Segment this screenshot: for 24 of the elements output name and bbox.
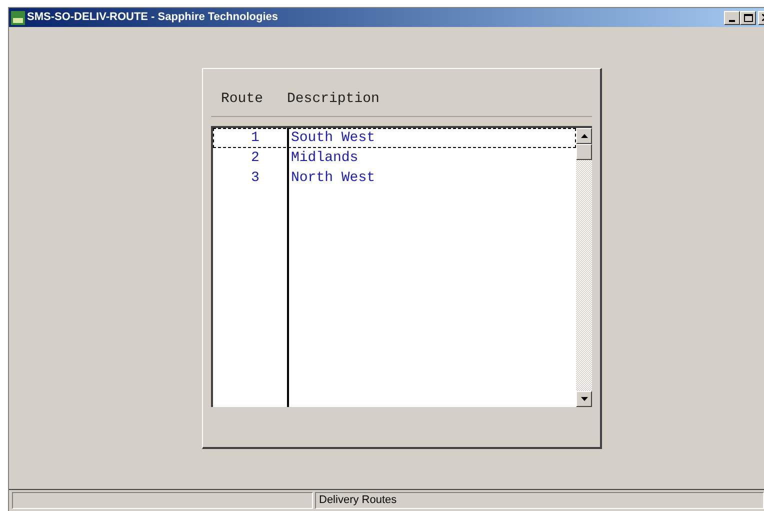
table-cell-text: Midlands: [290, 148, 358, 168]
table-row[interactable]: 3 North West: [213, 168, 576, 188]
status-message: Delivery Routes: [315, 492, 764, 509]
scroll-up-button[interactable]: [576, 128, 592, 144]
maximize-button[interactable]: [740, 10, 756, 24]
table-cell-text: 2: [250, 148, 260, 168]
table-cell-text: 1: [250, 128, 260, 148]
down-arrow-icon: [580, 397, 588, 401]
scroll-down-button[interactable]: [576, 391, 592, 407]
table-cell-text: South West: [290, 128, 376, 148]
window-title: SMS-SO-DELIV-ROUTE - Sapphire Technologies: [27, 10, 278, 26]
column-header: Description: [287, 90, 380, 109]
table-cell-text: North West: [290, 168, 376, 188]
table-row[interactable]: 1 South West: [213, 128, 576, 148]
minimize-icon: [729, 20, 735, 22]
column-header: Route: [221, 90, 264, 109]
up-arrow-icon: [580, 134, 588, 138]
table-cell-text: 3: [250, 168, 260, 188]
minimize-button[interactable]: [724, 10, 740, 24]
app-logo-icon: [11, 10, 25, 24]
scroll-thumb[interactable]: [576, 144, 592, 160]
vertical-scrollbar[interactable]: [576, 128, 592, 407]
table-row[interactable]: 2 Midlands: [213, 148, 576, 168]
maximize-icon: [744, 14, 752, 22]
